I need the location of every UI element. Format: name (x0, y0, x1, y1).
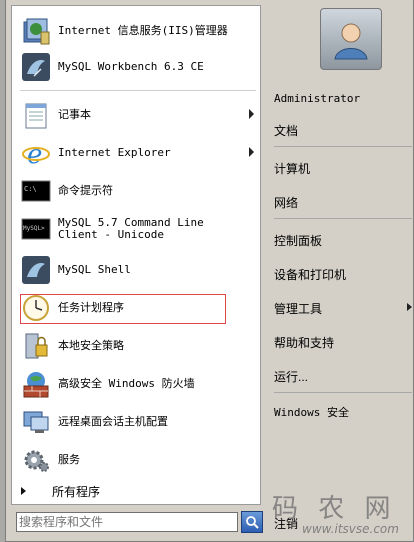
programs-pane: Internet 信息服务(IIS)管理器 MySQL Workbench 6.… (11, 5, 261, 505)
menu-help-support[interactable]: 帮助和支持 (274, 330, 412, 354)
remote-desktop-config-icon (20, 406, 52, 438)
user-icon (334, 23, 368, 60)
program-label: Internet 信息服务(IIS)管理器 (58, 24, 228, 37)
mysql-dolphin-icon (20, 254, 52, 286)
menu-label: 管理工具 (274, 301, 323, 316)
local-security-policy-icon (20, 330, 52, 362)
menu-label: 文档 (274, 123, 299, 138)
svg-text:MySQL>: MySQL> (23, 225, 45, 232)
menu-label: 计算机 (274, 161, 311, 176)
program-mysql-cli[interactable]: MySQL> MySQL 5.7 Command Line Client - U… (20, 212, 256, 246)
menu-computer[interactable]: 计算机 (274, 156, 412, 180)
program-label: Internet Explorer (58, 146, 171, 159)
svg-text:e: e (27, 140, 42, 168)
divider (274, 218, 412, 219)
divider (20, 90, 256, 91)
program-label: 高级安全 Windows 防火墙 (58, 377, 195, 390)
divider (274, 146, 412, 147)
all-programs-button[interactable]: 所有程序 (11, 477, 261, 505)
svg-text:C:\: C:\ (24, 185, 37, 193)
program-label: 远程桌面会话主机配置 (58, 415, 168, 428)
menu-documents[interactable]: 文档 (274, 118, 412, 142)
mysql-dolphin-icon (20, 51, 52, 83)
notepad-icon (20, 99, 52, 131)
menu-run[interactable]: 运行... (274, 364, 412, 388)
program-mysql-shell[interactable]: MySQL Shell (20, 253, 256, 287)
menu-devices-printers[interactable]: 设备和打印机 (274, 262, 412, 286)
menu-label: 控制面板 (274, 233, 323, 248)
submenu-arrow-icon[interactable] (249, 147, 254, 157)
places-pane: Administrator 文档 计算机 网络 控制面板 设备和打印机 管理工具… (268, 0, 414, 542)
user-avatar[interactable] (320, 8, 382, 70)
program-remote-desktop-config[interactable]: 远程桌面会话主机配置 (20, 405, 256, 439)
menu-admin-tools[interactable]: 管理工具 (274, 296, 412, 320)
logoff-label: 注销 (274, 516, 299, 531)
program-notepad[interactable]: 记事本 (20, 98, 256, 132)
program-label: 服务 (58, 453, 80, 466)
search-box[interactable] (16, 512, 238, 532)
program-command-prompt[interactable]: C:\ 命令提示符 (20, 174, 256, 208)
arrow-right-icon (21, 487, 26, 495)
internet-explorer-icon: e (20, 137, 52, 169)
task-scheduler-clock-icon (20, 292, 52, 324)
menu-label: 网络 (274, 195, 299, 210)
search-button[interactable] (241, 511, 263, 533)
submenu-arrow-icon[interactable] (407, 303, 412, 311)
services-gear-icon (20, 444, 52, 476)
menu-label: 运行... (274, 369, 309, 384)
program-iis-manager[interactable]: Internet 信息服务(IIS)管理器 (20, 14, 256, 48)
menu-label: Windows 安全 (274, 406, 349, 419)
menu-label: 设备和打印机 (274, 267, 347, 282)
search-icon (246, 516, 259, 529)
program-label: MySQL Workbench 6.3 CE (58, 60, 204, 73)
firewall-icon (20, 368, 52, 400)
menu-windows-security[interactable]: Windows 安全 (274, 400, 412, 424)
all-programs-label: 所有程序 (52, 484, 101, 499)
mysql-console-icon: MySQL> (20, 213, 52, 245)
program-label: 记事本 (58, 108, 91, 121)
user-name: Administrator (274, 91, 361, 105)
divider (274, 392, 412, 393)
user-name-item[interactable]: Administrator (274, 86, 412, 110)
iis-manager-icon (20, 15, 52, 47)
program-local-security-policy[interactable]: 本地安全策略 (20, 329, 256, 363)
menu-label: 帮助和支持 (274, 335, 335, 350)
search-input[interactable] (17, 514, 231, 530)
start-menu: Internet 信息服务(IIS)管理器 MySQL Workbench 6.… (5, 0, 414, 542)
program-label: MySQL Shell (58, 263, 131, 276)
program-label: MySQL 5.7 Command Line Client - Unicode (58, 216, 204, 241)
submenu-arrow-icon[interactable] (249, 109, 254, 119)
program-services[interactable]: 服务 (20, 443, 256, 477)
menu-network[interactable]: 网络 (274, 190, 412, 214)
logoff-button[interactable]: 注销 (274, 512, 354, 534)
command-prompt-icon: C:\ (20, 175, 52, 207)
program-internet-explorer[interactable]: e Internet Explorer (20, 136, 256, 170)
menu-control-panel[interactable]: 控制面板 (274, 228, 412, 252)
program-mysql-workbench[interactable]: MySQL Workbench 6.3 CE (20, 50, 256, 84)
program-task-scheduler[interactable]: 任务计划程序 (20, 291, 256, 325)
program-label: 命令提示符 (58, 184, 113, 197)
program-label: 本地安全策略 (58, 339, 124, 352)
program-firewall[interactable]: 高级安全 Windows 防火墙 (20, 367, 256, 401)
program-label: 任务计划程序 (58, 301, 124, 314)
